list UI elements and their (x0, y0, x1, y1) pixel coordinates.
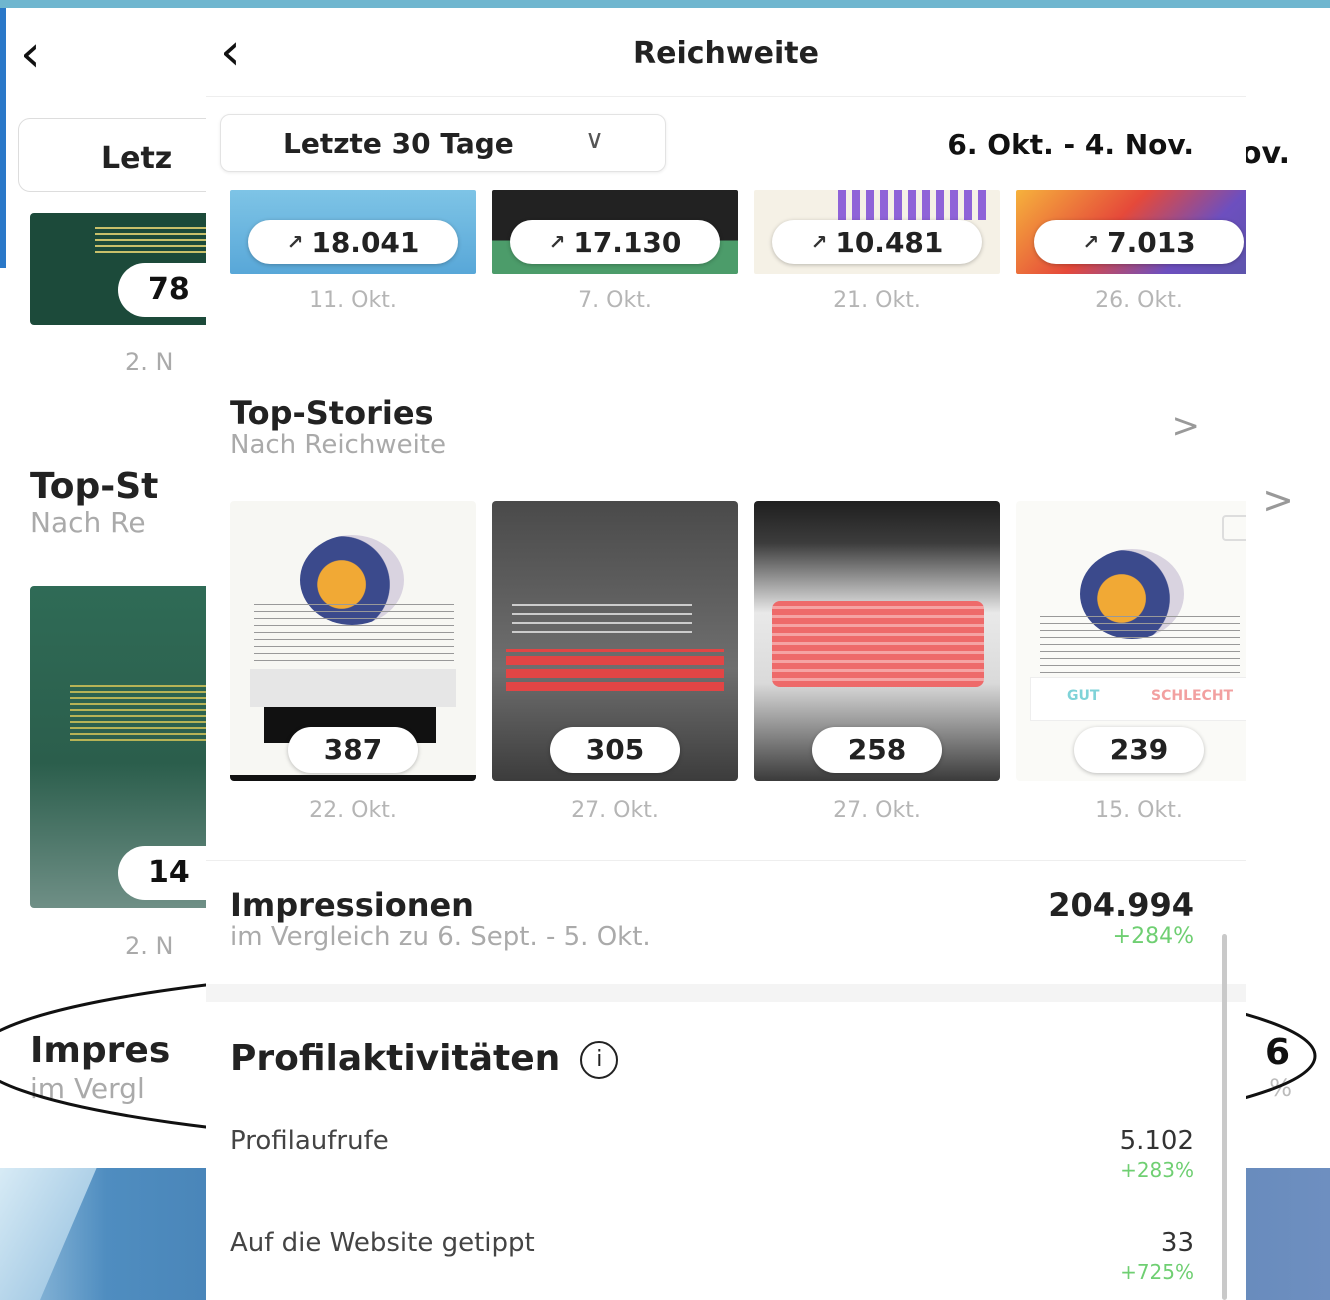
story-hashtags (506, 649, 724, 691)
top-stories-title: Top-Stories (230, 394, 434, 432)
story-text-lines (1040, 613, 1240, 673)
story-poll: GUT SCHLECHT (1030, 677, 1246, 721)
website-taps-label: Auf die Website getippt (230, 1228, 535, 1258)
trend-up-icon: ↗ (1082, 230, 1100, 254)
story-card[interactable]: 305 (492, 501, 738, 781)
story-highlight-text (772, 601, 984, 687)
post-bar-graphic (838, 190, 988, 220)
back-chevron-icon: ‹ (20, 24, 41, 84)
trend-up-icon: ↗ (548, 230, 566, 254)
section-gap (206, 984, 1246, 1002)
back-impressions-compare: im Vergl (30, 1072, 145, 1105)
post-date: 21. Okt. (833, 288, 921, 313)
post-reach-badge: ↗ 18.041 (248, 220, 458, 264)
poll-option-schlecht: SCHLECHT (1151, 688, 1234, 704)
back-impressions-value: 6 (1264, 1032, 1290, 1073)
post-reach-value: 17.130 (573, 225, 682, 259)
profile-activity-title: Profilaktivitäten i (230, 1038, 619, 1079)
chevron-down-icon: ∨ (585, 125, 605, 155)
back-chevron-right-icon: > (1262, 478, 1294, 522)
back-date-range: ov. (1240, 136, 1290, 171)
back-story-date: 2. N (125, 932, 174, 960)
profile-views-label: Profilaufrufe (230, 1126, 389, 1156)
impressions-compare: im Vergleich zu 6. Sept. - 5. Okt. (230, 922, 651, 952)
screen-header: ‹ Reichweite (206, 8, 1246, 97)
top-posts-row: ↗ 18.041 ↗ 17.130 ↗ 10.481 ↗ 7.013 (230, 190, 1246, 285)
trend-up-icon: ↗ (810, 230, 828, 254)
top-stories-subtitle: Nach Reichweite (230, 430, 446, 460)
story-reach-value: 305 (550, 727, 680, 773)
post-date: 11. Okt. (309, 288, 397, 313)
back-top-stories-subtitle: Nach Re (30, 506, 146, 539)
scrollbar[interactable] (1222, 934, 1227, 1300)
profile-activity-label: Profilaktivitäten (230, 1038, 561, 1079)
reach-screen: ‹ Reichweite Letzte 30 Tage ∨ 6. Okt. - … (206, 8, 1246, 1300)
story-card[interactable]: 387 (230, 501, 476, 781)
poll-option-gut: GUT (1067, 688, 1100, 704)
story-date: 15. Okt. (1095, 798, 1183, 823)
story-reach-value: 387 (288, 727, 418, 773)
post-reach-value: 18.041 (311, 225, 420, 259)
top-story-dates: 22. Okt. 27. Okt. 27. Okt. 15. Okt. (230, 798, 1240, 828)
slide-top-strip (0, 0, 1330, 8)
section-divider (206, 860, 1246, 861)
back-impressions-pct: % (1269, 1074, 1292, 1102)
story-date: 22. Okt. (309, 798, 397, 823)
website-taps-change: +725% (1120, 1260, 1194, 1284)
impressions-change: +284% (1112, 924, 1194, 949)
story-card[interactable]: GUT SCHLECHT 239 (1016, 501, 1246, 781)
back-impressions-title: Impres (30, 1030, 171, 1071)
profile-views-value: 5.102 (1119, 1126, 1194, 1156)
top-post-card[interactable]: ↗ 7.013 (1016, 190, 1246, 274)
back-top-stories-title: Top-St (30, 466, 159, 507)
post-reach-value: 7.013 (1107, 225, 1196, 259)
story-heading-lines (512, 597, 692, 633)
period-dropdown-label: Letzte 30 Tage (283, 127, 514, 160)
story-date: 27. Okt. (833, 798, 921, 823)
page-title: Reichweite (633, 36, 819, 71)
top-post-card[interactable]: ↗ 10.481 (754, 190, 1000, 274)
story-date: 27. Okt. (571, 798, 659, 823)
back-post-text-lines (95, 223, 215, 253)
info-icon[interactable]: i (580, 1041, 619, 1079)
profile-views-change: +283% (1120, 1158, 1194, 1182)
top-stories-row: 387 305 258 GUT SCHLECHT 239 (230, 501, 1246, 791)
website-taps-value: 33 (1160, 1228, 1194, 1258)
post-date: 26. Okt. (1095, 288, 1183, 313)
post-reach-value: 10.481 (835, 225, 944, 259)
impressions-value: 204.994 (1048, 886, 1194, 924)
blue-edge (0, 8, 6, 268)
story-text-lines (254, 601, 454, 661)
impressions-title: Impressionen (230, 886, 474, 924)
top-post-card[interactable]: ↗ 17.130 (492, 190, 738, 274)
post-reach-badge: ↗ 7.013 (1034, 220, 1244, 264)
trend-up-icon: ↗ (286, 230, 304, 254)
story-card[interactable]: 258 (754, 501, 1000, 781)
post-reach-badge: ↗ 10.481 (772, 220, 982, 264)
period-dropdown[interactable]: Letzte 30 Tage ∨ (220, 114, 666, 172)
top-post-dates: 11. Okt. 7. Okt. 21. Okt. 26. Okt. (230, 288, 1240, 318)
story-reach-value: 239 (1074, 727, 1204, 773)
story-poll (250, 669, 456, 707)
camera-icon (1222, 515, 1246, 541)
post-reach-badge: ↗ 17.130 (510, 220, 720, 264)
top-post-card[interactable]: ↗ 18.041 (230, 190, 476, 274)
back-post-date: 2. N (125, 348, 174, 376)
post-date: 7. Okt. (578, 288, 652, 313)
story-reach-value: 258 (812, 727, 942, 773)
back-period-label: Letz (101, 141, 173, 176)
chevron-right-icon[interactable]: > (1172, 406, 1201, 446)
date-range: 6. Okt. - 4. Nov. (947, 128, 1194, 161)
back-story-text-lines (70, 681, 220, 741)
